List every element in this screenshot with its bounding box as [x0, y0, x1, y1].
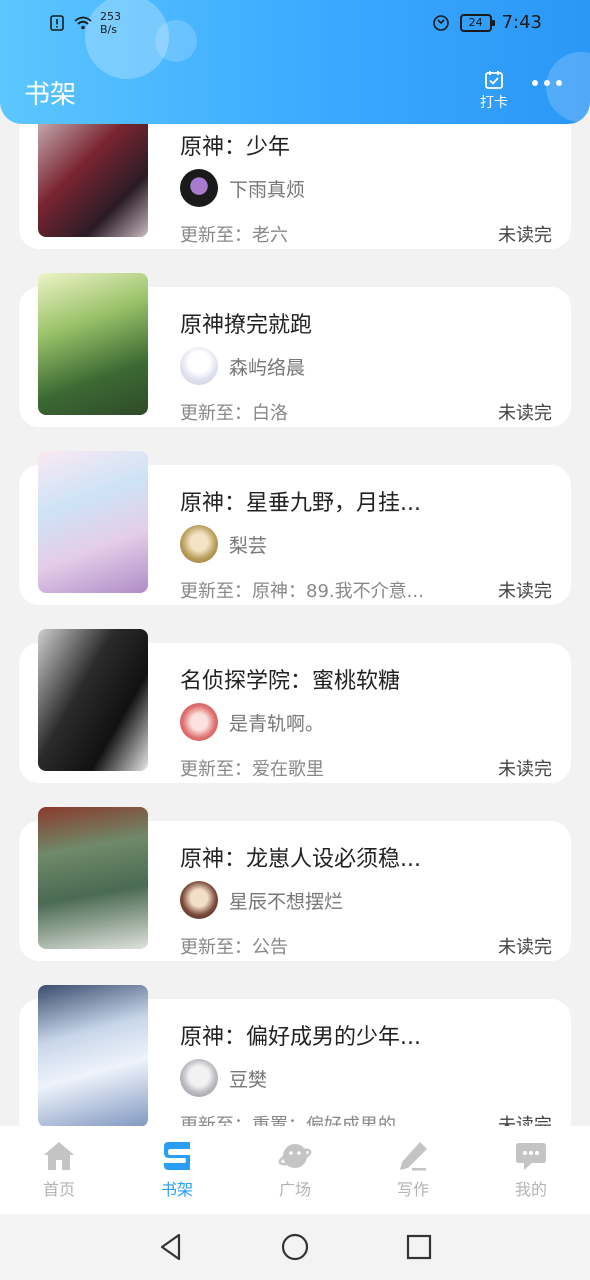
- book-title: 原神：龙崽人设必须稳...: [180, 847, 421, 872]
- book-title: 原神撩完就跑: [180, 313, 313, 338]
- book-cover: [38, 985, 148, 1126]
- nav-item-bookshelf[interactable]: 书架: [132, 1140, 222, 1200]
- book-cover: [38, 273, 148, 415]
- author-name: 豆樊: [229, 1069, 268, 1091]
- book-title: 原神：少年: [180, 135, 291, 160]
- checkin-label: 打卡: [480, 95, 508, 111]
- book-card[interactable]: 原神：少年 下雨真烦 更新至：老六 未读完: [19, 95, 571, 249]
- author-avatar: [180, 881, 218, 919]
- nav-item-write[interactable]: 写作: [368, 1140, 458, 1200]
- author-avatar: [180, 169, 218, 207]
- nav-label: 书架: [160, 1180, 193, 1199]
- latest-chapter: 更新至：原神：89.我不介意...: [180, 581, 424, 602]
- read-status: 未读完: [498, 581, 552, 602]
- author-avatar: [180, 347, 218, 385]
- system-nav-bar: [0, 1214, 590, 1280]
- eye-comfort-icon: [432, 14, 449, 31]
- chat-icon: [516, 1143, 546, 1170]
- battery-icon: 24: [459, 13, 495, 32]
- network-speed: 253 B/s: [100, 10, 121, 36]
- alert-icon: [50, 15, 64, 31]
- back-icon[interactable]: [157, 1232, 185, 1262]
- book-title: 原神：星垂九野，月挂...: [180, 491, 421, 516]
- bookshelf-list[interactable]: 原神：少年 下雨真烦 更新至：老六 未读完 原神撩完就跑 森屿络晨 更新至：白洛…: [0, 0, 590, 1126]
- calendar-check-icon: [485, 71, 503, 89]
- nav-item-square[interactable]: 广场: [250, 1140, 340, 1200]
- book-cover: [38, 629, 148, 771]
- author-avatar: [180, 703, 218, 741]
- nav-label: 广场: [278, 1180, 311, 1199]
- app-header: 253 B/s 24 7:43 书架 打卡: [0, 0, 590, 124]
- page-title: 书架: [24, 80, 77, 110]
- author-name: 梨芸: [229, 535, 268, 557]
- author-name: 星辰不想摆烂: [229, 891, 344, 913]
- nav-item-home[interactable]: 首页: [14, 1140, 104, 1200]
- book-card[interactable]: 原神：星垂九野，月挂... 梨芸 更新至：原神：89.我不介意... 未读完: [19, 451, 571, 605]
- read-status: 未读完: [498, 403, 552, 424]
- nav-label: 首页: [42, 1180, 75, 1199]
- author-avatar: [180, 525, 218, 563]
- wifi-icon: [74, 16, 92, 30]
- read-status: 未读完: [498, 759, 552, 780]
- book-card[interactable]: 原神撩完就跑 森屿络晨 更新至：白洛 未读完: [19, 273, 571, 427]
- book-card[interactable]: 原神：龙崽人设必须稳... 星辰不想摆烂 更新至：公告 未读完: [19, 807, 571, 961]
- book-title: 原神：偏好成男的少年...: [180, 1025, 421, 1050]
- planet-icon: [278, 1144, 312, 1168]
- read-status: 未读完: [498, 225, 552, 246]
- decor-bubble: [546, 52, 590, 122]
- latest-chapter: 更新至：爱在歌里: [180, 759, 324, 780]
- nav-label: 我的: [514, 1180, 547, 1199]
- bookshelf-icon: [164, 1142, 190, 1170]
- more-icon[interactable]: [532, 80, 562, 86]
- book-cover: [38, 807, 148, 949]
- home-circle-icon[interactable]: [280, 1232, 310, 1262]
- latest-chapter: 更新至：重置：偏好成男的...: [180, 1115, 414, 1126]
- checkin-button[interactable]: 打卡: [476, 70, 512, 112]
- read-status: 未读完: [498, 937, 552, 958]
- book-title: 名侦探学院：蜜桃软糖: [180, 669, 401, 694]
- latest-chapter: 更新至：老六: [180, 225, 288, 246]
- author-name: 下雨真烦: [229, 179, 306, 201]
- home-icon: [44, 1142, 74, 1170]
- author-avatar: [180, 1059, 218, 1097]
- nav-label: 写作: [396, 1180, 429, 1199]
- author-name: 森屿络晨: [229, 357, 306, 379]
- status-bar: 253 B/s 24 7:43: [0, 0, 590, 46]
- book-card[interactable]: 原神：偏好成男的少年... 豆樊 更新至：重置：偏好成男的... 未读完: [19, 985, 571, 1126]
- pen-icon: [400, 1142, 427, 1171]
- latest-chapter: 更新至：公告: [180, 937, 288, 958]
- author-name: 是青轨啊。: [229, 713, 325, 735]
- book-card[interactable]: 名侦探学院：蜜桃软糖 是青轨啊。 更新至：爱在歌里 未读完: [19, 629, 571, 783]
- book-cover: [38, 451, 148, 593]
- clock: 7:43: [501, 12, 542, 33]
- latest-chapter: 更新至：白洛: [180, 403, 288, 424]
- battery-level: 24: [468, 16, 483, 29]
- bottom-nav: 首页 书架 广场 写作 我的: [0, 1126, 590, 1214]
- nav-item-mine[interactable]: 我的: [486, 1140, 576, 1200]
- recents-icon[interactable]: [405, 1233, 433, 1261]
- read-status: 未读完: [498, 1115, 552, 1126]
